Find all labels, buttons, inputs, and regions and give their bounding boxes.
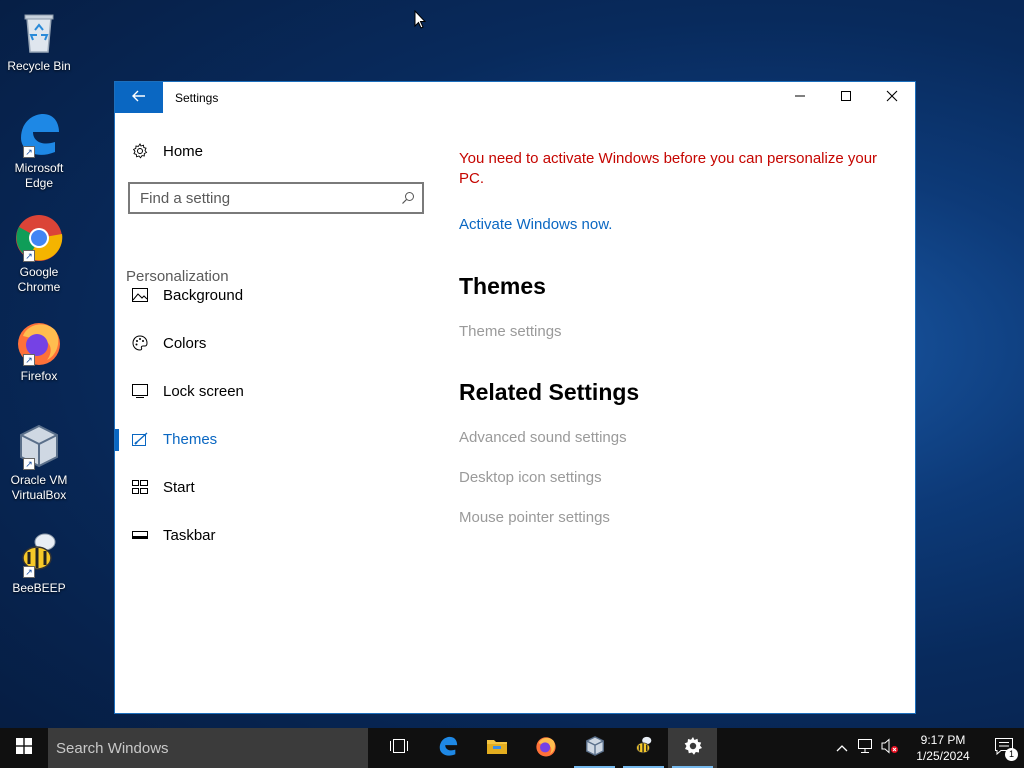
folder-icon (486, 737, 508, 760)
desktop-icon-label: Firefox (20, 369, 58, 383)
window-title: Settings (175, 90, 219, 105)
activate-windows-link[interactable]: Activate Windows now. (459, 216, 612, 233)
sidebar-item-label: Themes (163, 430, 218, 448)
sidebar-item-background[interactable]: Background (115, 275, 435, 315)
palette-icon (132, 335, 148, 351)
back-button[interactable] (115, 82, 163, 113)
notification-count-badge: 1 (1005, 748, 1018, 761)
taskbar-settings[interactable] (668, 728, 717, 768)
desktop-icon-label: Oracle VM VirtualBox (10, 473, 68, 502)
sidebar-item-label: Taskbar (163, 526, 216, 544)
bee-icon: ↗ (15, 530, 63, 578)
taskbar-icon (132, 527, 148, 543)
desktop-icon-virtualbox[interactable]: ↗ Oracle VM VirtualBox (4, 422, 74, 503)
desktop-icon-edge[interactable]: ↗ Microsoft Edge (4, 110, 74, 191)
edge-icon (437, 735, 459, 762)
system-tray: 9:17 PM 1/25/2024 1 (830, 728, 1024, 768)
nav-home-label: Home (163, 142, 204, 160)
task-view-button[interactable] (374, 728, 423, 768)
sidebar-item-label: Lock screen (163, 382, 244, 400)
edge-icon: ↗ (15, 110, 63, 158)
desktop-icon-firefox[interactable]: ↗ Firefox (4, 318, 74, 384)
minimize-button[interactable] (777, 82, 823, 113)
gear-icon (132, 143, 148, 159)
mouse-pointer-icon (414, 9, 427, 34)
show-hidden-icons-button[interactable] (830, 728, 854, 768)
sidebar-item-label: Colors (163, 334, 207, 352)
taskbar-virtualbox[interactable] (570, 728, 619, 768)
sidebar-item-lock-screen[interactable]: Lock screen (115, 371, 435, 411)
taskbar-search-box[interactable]: Search Windows (48, 728, 368, 768)
virtualbox-icon (584, 735, 606, 762)
desktop-icon-label: BeeBEEP (12, 581, 66, 595)
desktop-icon-beebeep[interactable]: ↗ BeeBEEP (4, 530, 74, 596)
taskbar-beebeep[interactable] (619, 728, 668, 768)
mouse-pointer-settings-link[interactable]: Mouse pointer settings (459, 509, 610, 526)
close-icon (886, 89, 898, 107)
taskbar-edge[interactable] (423, 728, 472, 768)
start-tiles-icon (132, 479, 148, 495)
themes-heading: Themes (459, 273, 546, 299)
shortcut-arrow-icon: ↗ (23, 250, 35, 262)
sidebar-item-start[interactable]: Start (115, 467, 435, 507)
gear-icon (683, 736, 703, 761)
desktop-icon-label: Microsoft Edge (14, 161, 64, 190)
sidebar-item-label: Background (163, 286, 244, 304)
volume-button[interactable] (878, 728, 902, 768)
taskbar-clock[interactable]: 9:17 PM 1/25/2024 (908, 732, 978, 764)
chevron-up-icon (836, 739, 848, 757)
recycle-bin-icon (15, 8, 63, 56)
shortcut-arrow-icon: ↗ (23, 354, 35, 366)
taskbar-search-placeholder: Search Windows (56, 739, 169, 757)
clock-time: 9:17 PM (920, 733, 966, 747)
sidebar-item-taskbar[interactable]: Taskbar (115, 515, 435, 555)
windows-logo-icon (16, 737, 32, 759)
desktop-icon-recycle-bin[interactable]: Recycle Bin (4, 8, 74, 74)
search-icon (394, 191, 422, 205)
shortcut-arrow-icon: ↗ (23, 566, 35, 578)
maximize-icon (840, 89, 852, 107)
picture-icon (132, 287, 148, 303)
action-center-button[interactable]: 1 (984, 728, 1024, 768)
firefox-icon (535, 735, 557, 762)
close-button[interactable] (869, 82, 915, 113)
settings-sidebar: Home Personalization Background Colors (115, 113, 435, 713)
minimize-icon (794, 89, 806, 107)
volume-muted-icon (881, 737, 899, 759)
theme-settings-link[interactable]: Theme settings (459, 323, 562, 340)
clock-date: 1/25/2024 (916, 749, 970, 763)
sidebar-item-colors[interactable]: Colors (115, 323, 435, 363)
chrome-icon: ↗ (15, 214, 63, 262)
arrow-left-icon (132, 89, 146, 107)
task-view-icon (389, 738, 409, 759)
taskbar-file-explorer[interactable] (472, 728, 521, 768)
taskbar-firefox[interactable] (521, 728, 570, 768)
desktop-icon-label: Google Chrome (17, 265, 61, 294)
title-bar[interactable]: Settings (115, 82, 915, 113)
maximize-button[interactable] (823, 82, 869, 113)
find-setting-search[interactable] (128, 182, 424, 214)
advanced-sound-settings-link[interactable]: Advanced sound settings (459, 429, 627, 446)
related-settings-heading: Related Settings (459, 379, 640, 405)
sidebar-item-label: Start (163, 478, 195, 496)
start-button[interactable] (0, 728, 48, 768)
nav-home[interactable]: Home (115, 131, 435, 171)
virtualbox-icon: ↗ (15, 422, 63, 470)
desktop-icon-settings-link[interactable]: Desktop icon settings (459, 469, 602, 486)
lock-screen-icon (132, 383, 148, 399)
network-icon (857, 738, 875, 759)
settings-window: Settings Home Find a setting Personaliza… (114, 81, 916, 714)
find-setting-input[interactable] (140, 189, 394, 207)
desktop-icon-chrome[interactable]: ↗ Google Chrome (4, 214, 74, 295)
bee-icon (632, 735, 656, 762)
taskbar: Search Windows 9:17 PM 1/25/2024 1 (0, 728, 1024, 768)
network-button[interactable] (854, 728, 878, 768)
sidebar-item-themes[interactable]: Themes (115, 419, 435, 459)
firefox-icon: ↗ (15, 318, 63, 366)
themes-brush-icon (132, 431, 148, 447)
desktop-icon-label: Recycle Bin (7, 59, 71, 73)
shortcut-arrow-icon: ↗ (23, 146, 35, 158)
activation-warning: You need to activate Windows before you … (459, 150, 878, 187)
shortcut-arrow-icon: ↗ (23, 458, 35, 470)
